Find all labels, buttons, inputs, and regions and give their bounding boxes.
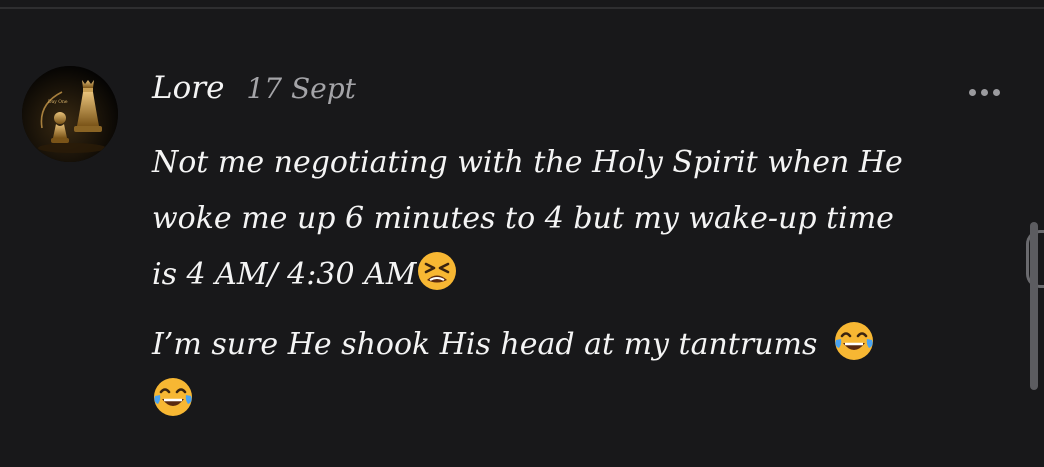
paragraph-1-line-1: Not me negotiating with the Holy Spirit … — [152, 145, 903, 180]
more-options-button[interactable] — [960, 78, 1008, 106]
avatar[interactable]: Day One — [22, 66, 118, 162]
avatar-inscription: Day One — [48, 99, 68, 105]
post-date: 17 Sept — [246, 72, 356, 105]
top-divider — [0, 7, 1044, 9]
paragraph-2: I’m sure He shook His head at my tantrum… — [152, 317, 1012, 429]
post-meta: Lore 17 Sept — [152, 70, 356, 114]
paragraph-1: Not me negotiating with the Holy Spirit … — [152, 135, 1012, 303]
more-horizontal-icon-dot — [980, 88, 988, 96]
author-name[interactable]: Lore — [152, 70, 224, 106]
scrollbar-thumb[interactable] — [1030, 222, 1038, 390]
more-horizontal-icon-dot — [992, 88, 1000, 96]
chess-king-avatar-icon: Day One — [22, 66, 118, 162]
tired-face-emoji — [416, 250, 458, 292]
tears-of-joy-emoji — [833, 320, 875, 362]
post-body: Not me negotiating with the Holy Spirit … — [152, 135, 1012, 429]
paragraph-2-line-1: I’m sure He shook His head at my tantrum… — [152, 327, 818, 362]
paragraph-1-line-3: is 4 AM/ 4:30 AM — [152, 257, 417, 292]
tears-of-joy-emoji — [152, 376, 194, 418]
more-horizontal-icon — [968, 88, 976, 96]
paragraph-1-line-2: woke me up 6 minutes to 4 but my wake-up… — [152, 201, 894, 236]
